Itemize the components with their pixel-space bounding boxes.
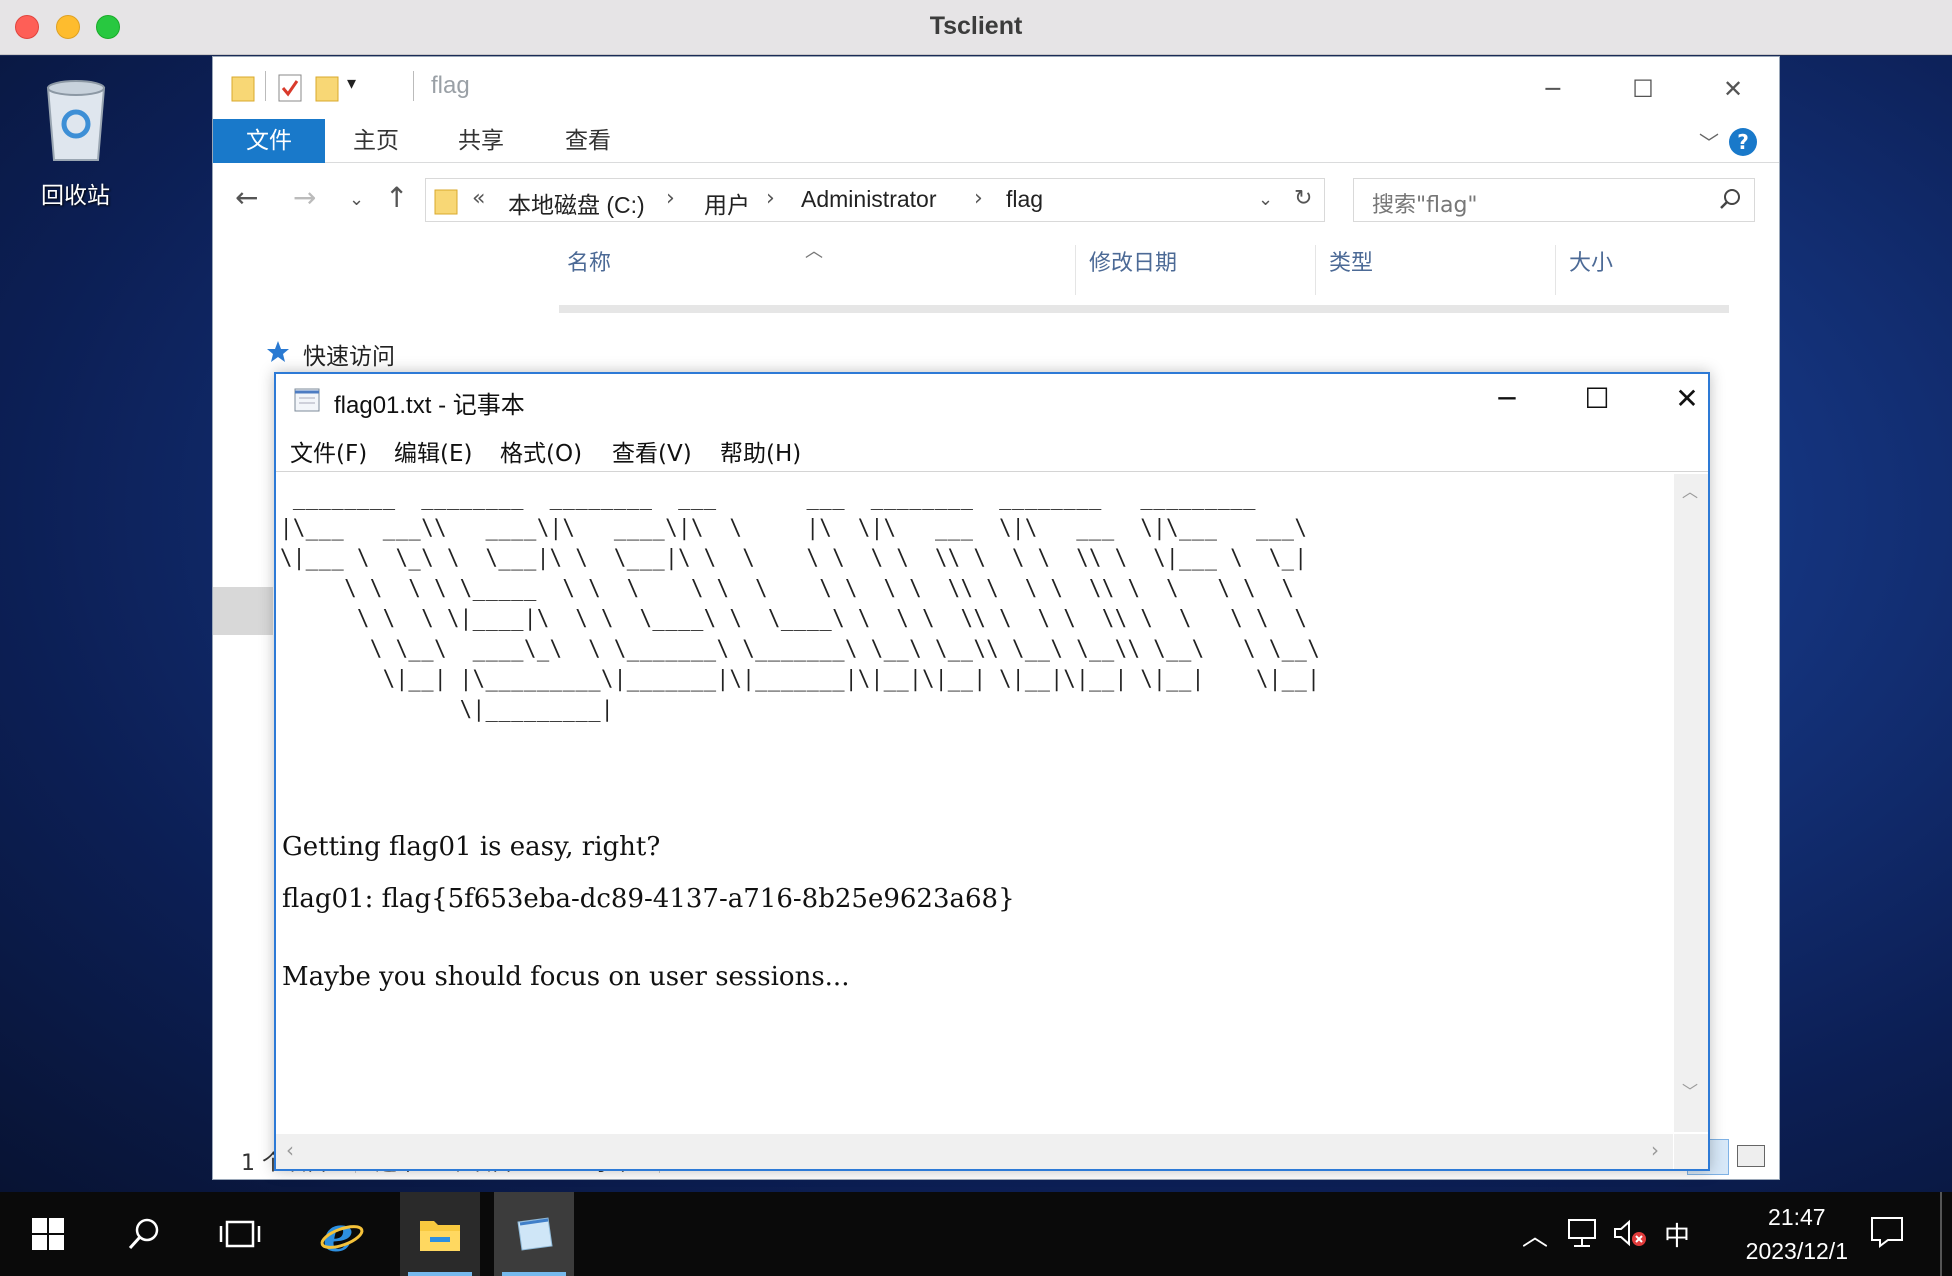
notepad-minimize-button[interactable]: ─ — [1472, 374, 1542, 424]
breadcrumb-users[interactable]: 用户 — [704, 186, 750, 220]
action-center-icon[interactable] — [1870, 1216, 1904, 1248]
notepad-close-button[interactable]: ✕ — [1652, 374, 1722, 424]
chevron-right-icon[interactable]: › — [666, 186, 675, 211]
network-icon[interactable] — [1566, 1218, 1600, 1248]
menu-view[interactable]: 查看(V) — [612, 434, 692, 468]
ribbon-tab-home[interactable]: 主页 — [353, 119, 399, 163]
selected-nav-item[interactable] — [213, 587, 273, 635]
system-clock[interactable]: 21:47 2023/12/1 — [1746, 1200, 1848, 1268]
ribbon-tab-file[interactable]: 文件 — [213, 119, 325, 163]
ribbon: 文件 主页 共享 查看 ﹀ ? — [213, 119, 1779, 163]
quick-access-toolbar: ▾ flag ─ ☐ ✕ — [213, 57, 1779, 119]
remote-desktop: 回收站 ▾ flag ─ ☐ ✕ 文件 主页 共享 查看 ﹀ ? ← → ⌄ ↑… — [0, 56, 1952, 1192]
column-size[interactable]: 大小 — [1569, 245, 1613, 305]
breadcrumb-drive[interactable]: 本地磁盘 (C:) — [508, 186, 645, 220]
taskbar-notepad[interactable] — [494, 1192, 574, 1276]
search-box[interactable]: 搜索"flag" — [1353, 178, 1755, 222]
notepad-window: flag01.txt - 记事本 ─ ☐ ✕ 文件(F) 编辑(E) 格式(O)… — [274, 372, 1710, 1171]
address-dropdown-icon[interactable]: ⌄ — [1258, 189, 1273, 210]
ascii-art-banner: ________ ________ ________ ___ ___ _____… — [280, 484, 1321, 722]
search-placeholder: 搜索"flag" — [1372, 193, 1478, 218]
horizontal-scrollbar[interactable]: ‹ › — [276, 1134, 1673, 1169]
notepad-icon — [294, 388, 320, 412]
column-name[interactable]: 名称 — [567, 245, 611, 305]
show-desktop-button[interactable] — [1940, 1192, 1942, 1276]
clock-date: 2023/12/1 — [1745, 1238, 1848, 1264]
folder-icon — [231, 76, 255, 102]
explorer-maximize-button[interactable]: ☐ — [1623, 69, 1663, 109]
explorer-close-button[interactable]: ✕ — [1713, 69, 1753, 109]
notepad-icon — [517, 1217, 553, 1251]
column-type[interactable]: 类型 — [1329, 245, 1373, 305]
customize-qat-icon[interactable]: ▾ — [347, 73, 356, 94]
menu-format[interactable]: 格式(O) — [500, 434, 582, 468]
recycle-bin-icon — [46, 80, 105, 161]
refresh-icon[interactable]: ↻ — [1294, 186, 1312, 211]
task-view-icon — [219, 1220, 261, 1248]
scroll-up-icon[interactable]: ︿ — [1682, 478, 1698, 502]
resize-grip-icon[interactable] — [1674, 1134, 1708, 1169]
taskbar-internet-explorer[interactable]: e — [302, 1192, 382, 1276]
show-hidden-icons-icon[interactable]: ︿ — [1522, 1216, 1548, 1253]
input-method-indicator[interactable]: 中 — [1664, 1216, 1690, 1253]
recycle-bin[interactable]: 回收站 — [28, 76, 123, 210]
star-icon — [267, 341, 289, 362]
navigation-bar: ← → ⌄ ↑ « 本地磁盘 (C:) › 用户 › Administrator… — [213, 175, 1779, 225]
file-row[interactable] — [559, 305, 1729, 313]
notepad-titlebar: flag01.txt - 记事本 ─ ☐ ✕ — [276, 374, 1708, 424]
windows-logo-icon — [32, 1218, 64, 1250]
mac-titlebar: Tsclient — [0, 0, 1952, 55]
forward-arrow-icon[interactable]: → — [293, 181, 316, 214]
chevron-right-icon[interactable]: › — [974, 186, 983, 211]
clock-time: 21:47 — [1768, 1204, 1826, 1230]
taskbar-file-explorer[interactable] — [400, 1192, 480, 1276]
large-icons-view-icon[interactable] — [1737, 1145, 1765, 1167]
notepad-text-area[interactable]: ________ ________ ________ ___ ___ _____… — [276, 474, 1673, 1132]
explorer-minimize-button[interactable]: ─ — [1533, 69, 1573, 109]
notepad-title: flag01.txt - 记事本 — [334, 392, 525, 419]
window-title: Tsclient — [929, 12, 1023, 40]
address-overflow[interactable]: « — [472, 186, 485, 211]
properties-icon[interactable] — [277, 73, 303, 103]
column-modified[interactable]: 修改日期 — [1089, 245, 1177, 305]
recent-locations-icon[interactable]: ⌄ — [349, 189, 364, 210]
back-arrow-icon[interactable]: ← — [235, 181, 258, 214]
taskbar: e ︿ 中 21:47 2023/12/1 — [0, 1192, 1952, 1276]
up-arrow-icon[interactable]: ↑ — [385, 181, 408, 214]
notepad-maximize-button[interactable]: ☐ — [1562, 374, 1632, 424]
breadcrumb-flag[interactable]: flag — [1006, 186, 1043, 213]
text-line-3: Maybe you should focus on user sessions.… — [282, 962, 850, 992]
search-button[interactable] — [104, 1192, 184, 1276]
explorer-title: flag — [431, 72, 470, 99]
folder-icon — [434, 189, 458, 215]
ribbon-expand-icon[interactable]: ﹀ — [1699, 127, 1719, 156]
start-button[interactable] — [8, 1192, 88, 1276]
scroll-right-icon[interactable]: › — [1651, 1138, 1659, 1162]
ribbon-tab-share[interactable]: 共享 — [458, 119, 504, 163]
quick-access-item[interactable]: 快速访问 — [303, 337, 395, 371]
menu-help[interactable]: 帮助(H) — [720, 434, 801, 468]
scroll-down-icon[interactable]: ﹀ — [1682, 1078, 1698, 1102]
scroll-left-icon[interactable]: ‹ — [286, 1138, 294, 1162]
menu-file[interactable]: 文件(F) — [290, 434, 367, 468]
chevron-right-icon[interactable]: › — [766, 186, 775, 211]
task-view-button[interactable] — [200, 1192, 280, 1276]
menu-edit[interactable]: 编辑(E) — [394, 434, 472, 468]
new-folder-icon[interactable] — [315, 73, 339, 103]
breadcrumb-administrator[interactable]: Administrator — [801, 186, 936, 213]
internet-explorer-icon: e — [320, 1211, 364, 1257]
search-icon[interactable] — [1718, 187, 1742, 211]
address-bar[interactable]: « 本地磁盘 (C:) › 用户 › Administrator › flag … — [425, 178, 1325, 222]
sort-up-icon: ︿ — [805, 241, 823, 262]
search-icon — [128, 1218, 159, 1250]
file-explorer-icon — [420, 1221, 460, 1251]
recycle-bin-label: 回收站 — [41, 183, 110, 209]
notepad-menubar: 文件(F) 编辑(E) 格式(O) 查看(V) 帮助(H) — [276, 424, 1708, 472]
ribbon-tab-view[interactable]: 查看 — [565, 119, 611, 163]
help-button[interactable]: ? — [1729, 128, 1757, 156]
flag-text-line: flag01: flag{5f653eba-dc89-4137-a716-8b2… — [282, 884, 1015, 914]
text-line-1: Getting flag01 is easy, right? — [282, 832, 661, 862]
vertical-scrollbar[interactable]: ︿ ﹀ — [1674, 474, 1708, 1132]
volume-muted-icon[interactable] — [1612, 1218, 1648, 1248]
